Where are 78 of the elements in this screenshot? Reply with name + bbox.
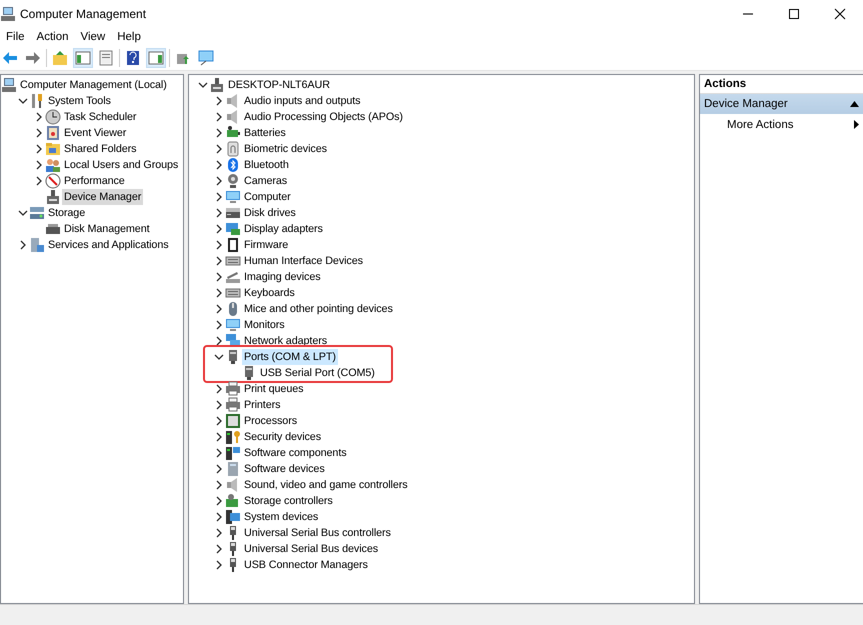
tree-item[interactable]: Software devices bbox=[242, 461, 327, 477]
tree-item[interactable]: Processors bbox=[242, 413, 300, 429]
tree-item[interactable]: Universal Serial Bus devices bbox=[242, 541, 380, 557]
menu-item[interactable]: Help bbox=[111, 28, 147, 46]
scanner-icon bbox=[225, 269, 241, 285]
clock-icon bbox=[45, 109, 61, 125]
monitor-icon[interactable] bbox=[196, 48, 216, 68]
storage-icon bbox=[29, 205, 45, 221]
tree-item[interactable]: Device Manager bbox=[62, 189, 144, 205]
printer-icon bbox=[225, 381, 241, 397]
show-actions-icon[interactable] bbox=[146, 48, 166, 68]
up-folder-icon[interactable] bbox=[50, 48, 70, 68]
tree-item[interactable]: Network adapters bbox=[242, 333, 330, 349]
tree-item[interactable]: Biometric devices bbox=[242, 141, 329, 157]
tree-item[interactable]: Services and Applications bbox=[46, 237, 171, 253]
menu-item[interactable]: View bbox=[74, 28, 112, 46]
processor-icon bbox=[225, 413, 241, 429]
menu-item[interactable]: File bbox=[0, 28, 31, 46]
tree-item[interactable]: Print queues bbox=[242, 381, 306, 397]
tree-item[interactable]: Storage controllers bbox=[242, 493, 335, 509]
tree-item[interactable]: Computer Management (Local) bbox=[18, 77, 169, 93]
tree-item[interactable]: Human Interface Devices bbox=[242, 253, 365, 269]
device-icon bbox=[45, 189, 61, 205]
monitor-icon bbox=[225, 317, 241, 333]
tools-icon bbox=[29, 93, 45, 109]
monitor-icon bbox=[225, 189, 241, 205]
users-icon bbox=[45, 157, 61, 173]
tree-item[interactable]: USB Serial Port (COM5) bbox=[258, 365, 377, 381]
tree-item[interactable]: Performance bbox=[62, 173, 127, 189]
folder-icon bbox=[45, 141, 61, 157]
tree-item[interactable]: Batteries bbox=[242, 125, 288, 141]
tree-item[interactable]: Imaging devices bbox=[242, 269, 323, 285]
tree-item[interactable]: Disk drives bbox=[242, 205, 298, 221]
display-card-icon bbox=[225, 221, 241, 237]
collapse-triangle-icon[interactable] bbox=[850, 101, 859, 107]
tree-item[interactable]: Bluetooth bbox=[242, 157, 291, 173]
tree-item[interactable]: System Tools bbox=[46, 93, 113, 109]
computer-icon bbox=[0, 6, 16, 22]
key-icon bbox=[225, 429, 241, 445]
window-title: Computer Management bbox=[20, 7, 146, 21]
tree-item[interactable]: Monitors bbox=[242, 317, 287, 333]
tree-item[interactable]: Security devices bbox=[242, 429, 324, 445]
tree-item[interactable]: Local Users and Groups bbox=[62, 157, 180, 173]
show-tree-icon[interactable] bbox=[73, 48, 93, 68]
tree-item[interactable]: Audio Processing Objects (APOs) bbox=[242, 109, 405, 125]
tree-item[interactable]: Audio inputs and outputs bbox=[242, 93, 362, 109]
tree-item[interactable]: Firmware bbox=[242, 237, 290, 253]
tree-item[interactable]: Printers bbox=[242, 397, 282, 413]
actions-section[interactable]: Device Manager bbox=[700, 94, 863, 114]
tree-item[interactable]: Ports (COM & LPT) bbox=[242, 349, 338, 365]
tree-item[interactable]: Event Viewer bbox=[62, 125, 128, 141]
tree-item[interactable]: Software components bbox=[242, 445, 349, 461]
action-item[interactable]: More Actions bbox=[700, 114, 863, 135]
tree-item[interactable]: Display adapters bbox=[242, 221, 325, 237]
device-icon bbox=[209, 77, 225, 93]
tree-item[interactable]: Universal Serial Bus controllers bbox=[242, 525, 393, 541]
tree-item[interactable]: Cameras bbox=[242, 173, 290, 189]
tree-item[interactable]: Shared Folders bbox=[62, 141, 138, 157]
printer-icon bbox=[225, 397, 241, 413]
webcam-icon bbox=[225, 173, 241, 189]
menu-item[interactable]: Action bbox=[30, 28, 74, 46]
tree-item[interactable]: Task Scheduler bbox=[62, 109, 138, 125]
tower-icon bbox=[225, 461, 241, 477]
tree-item[interactable]: Storage bbox=[46, 205, 88, 221]
tree-item[interactable]: Sound, video and game controllers bbox=[242, 477, 410, 493]
submenu-arrow-icon bbox=[854, 120, 859, 129]
computer-icon bbox=[1, 77, 17, 93]
bluetooth-icon bbox=[225, 157, 241, 173]
tree-item[interactable]: USB Connector Managers bbox=[242, 557, 370, 573]
tree-item[interactable]: Mice and other pointing devices bbox=[242, 301, 395, 317]
drive-icon bbox=[225, 205, 241, 221]
tree-item[interactable]: DESKTOP-NLT6AUR bbox=[226, 77, 332, 93]
disk-icon bbox=[45, 221, 61, 237]
tree-item[interactable]: Disk Management bbox=[62, 221, 152, 237]
tree-item[interactable]: Computer bbox=[242, 189, 293, 205]
log-book-icon bbox=[45, 125, 61, 141]
tree-item[interactable]: System devices bbox=[242, 509, 320, 525]
tree-item[interactable]: Keyboards bbox=[242, 285, 297, 301]
